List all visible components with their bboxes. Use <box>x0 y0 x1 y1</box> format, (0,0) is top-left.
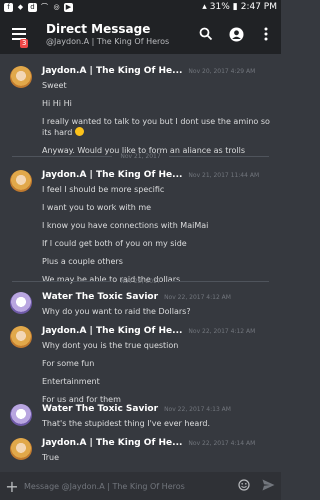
message-list[interactable]: Jaydon.A | The King Of He... Nov 20, 201… <box>0 54 281 472</box>
battery-percent: 31% <box>209 2 230 12</box>
message-line: If I could get both of you on my side <box>42 239 187 248</box>
notification-icons: f ◆ d ⌒ ◎ ▶ <box>4 2 73 12</box>
more-vertical-icon <box>264 27 268 41</box>
send-icon <box>262 479 274 490</box>
top-bar: 3 Direct Message @Jaydon.A | The King Of… <box>0 14 281 54</box>
message-line: Entertainment <box>42 377 100 386</box>
page-title: Direct Message <box>46 21 151 36</box>
message-line: I feel I should be more specific <box>42 185 165 194</box>
avatar[interactable] <box>10 292 32 314</box>
wifi-icon: ⌒ <box>41 2 48 11</box>
message-header: Water The Toxic Savior Nov 22, 2017 4:13… <box>42 404 275 418</box>
message-header: Jaydon.A | The King Of He... Nov 20, 201… <box>42 66 275 80</box>
plus-icon: + <box>5 476 19 496</box>
message-group: Jaydon.A | The King Of He... Nov 21, 201… <box>0 170 281 292</box>
emoji-button[interactable] <box>233 478 255 494</box>
status-bar: f ◆ d ⌒ ◎ ▶ ▴ 31% ▮ 2:47 PM <box>0 0 281 14</box>
message-line: I want you to work with me <box>42 203 152 212</box>
avatar[interactable] <box>10 326 32 348</box>
message-author[interactable]: Water The Toxic Savior <box>42 292 158 302</box>
avatar[interactable] <box>10 170 32 192</box>
message-input[interactable] <box>24 481 233 491</box>
youtube-icon: ▶ <box>64 2 73 12</box>
snapchat-icon: ◆ <box>17 2 24 11</box>
battery-icon: ▮ <box>232 2 238 12</box>
overflow-menu-button[interactable] <box>251 14 281 54</box>
message-line: Why dont you is the true question <box>42 341 179 350</box>
message-header: Jaydon.A | The King Of He... Nov 22, 201… <box>42 438 275 452</box>
message-line: Hi Hi Hi <box>42 99 72 108</box>
menu-icon <box>12 28 26 30</box>
user-profile-icon <box>229 27 243 41</box>
message-timestamp: Nov 20, 2017 4:29 AM <box>188 68 256 75</box>
message-group: Jaydon.A | The King Of He... Nov 22, 201… <box>0 438 281 470</box>
discord-icon: d <box>28 2 37 12</box>
clock: 2:47 PM <box>240 2 277 12</box>
message-group: Jaydon.A | The King Of He... Nov 20, 201… <box>0 66 281 163</box>
date-divider: Nov 22, 2017 <box>12 276 269 286</box>
facebook-icon: f <box>4 2 13 12</box>
smile-emoji-icon <box>74 127 84 136</box>
instagram-icon: ◎ <box>53 2 60 11</box>
message-timestamp: Nov 22, 2017 4:12 AM <box>164 294 231 301</box>
date-divider: Nov 21, 2017 <box>12 151 269 161</box>
message-line: Why do you want to raid the Dollars? <box>42 307 191 316</box>
page-subtitle: @Jaydon.A | The King Of Heros <box>46 36 170 46</box>
profile-button[interactable] <box>221 14 251 54</box>
message-line: I know you have connections with MaiMai <box>42 221 209 230</box>
message-header: Jaydon.A | The King Of He... Nov 22, 201… <box>42 326 275 340</box>
message-group: Water The Toxic Savior Nov 22, 2017 4:13… <box>0 404 281 436</box>
add-attachment-button[interactable]: + <box>0 477 24 496</box>
message-author[interactable]: Jaydon.A | The King Of He... <box>42 66 182 76</box>
search-icon <box>199 27 213 41</box>
smile-icon <box>238 478 250 491</box>
message-line: That's the stupidest thing I've ever hea… <box>42 419 211 428</box>
message-group: Jaydon.A | The King Of He... Nov 22, 201… <box>0 326 281 412</box>
message-timestamp: Nov 22, 2017 4:13 AM <box>164 406 231 413</box>
notification-badge: 3 <box>20 39 29 48</box>
message-line: For some fun <box>42 359 95 368</box>
message-group: Water The Toxic Savior Nov 22, 2017 4:12… <box>0 292 281 324</box>
message-timestamp: Nov 22, 2017 4:12 AM <box>188 328 256 335</box>
message-author[interactable]: Jaydon.A | The King Of He... <box>42 326 182 336</box>
message-line: Sweet <box>42 81 67 90</box>
message-header: Jaydon.A | The King Of He... Nov 21, 201… <box>42 170 275 184</box>
send-button[interactable] <box>255 479 281 494</box>
message-author[interactable]: Jaydon.A | The King Of He... <box>42 170 182 180</box>
signal-icon: ▴ <box>202 2 207 12</box>
menu-button[interactable]: 3 <box>0 14 38 54</box>
message-timestamp: Nov 21, 2017 11:44 AM <box>188 172 260 179</box>
date-divider-label: Nov 22, 2017 <box>120 277 161 285</box>
message-timestamp: Nov 22, 2017 4:14 AM <box>188 440 256 447</box>
message-author[interactable]: Jaydon.A | The King Of He... <box>42 438 182 448</box>
search-button[interactable] <box>191 14 221 54</box>
message-line: True <box>42 453 59 462</box>
avatar[interactable] <box>10 66 32 88</box>
message-composer: + <box>0 472 281 500</box>
date-divider-label: Nov 21, 2017 <box>120 152 161 160</box>
message-line: I really wanted to talk to you but I don… <box>42 117 270 137</box>
message-author[interactable]: Water The Toxic Savior <box>42 404 158 414</box>
message-header: Water The Toxic Savior Nov 22, 2017 4:12… <box>42 292 275 306</box>
avatar[interactable] <box>10 438 32 460</box>
system-icons: ▴ 31% ▮ 2:47 PM <box>202 2 277 12</box>
avatar[interactable] <box>10 404 32 426</box>
message-line: Plus a couple others <box>42 257 123 266</box>
header-titles: Direct Message @Jaydon.A | The King Of H… <box>38 22 191 47</box>
